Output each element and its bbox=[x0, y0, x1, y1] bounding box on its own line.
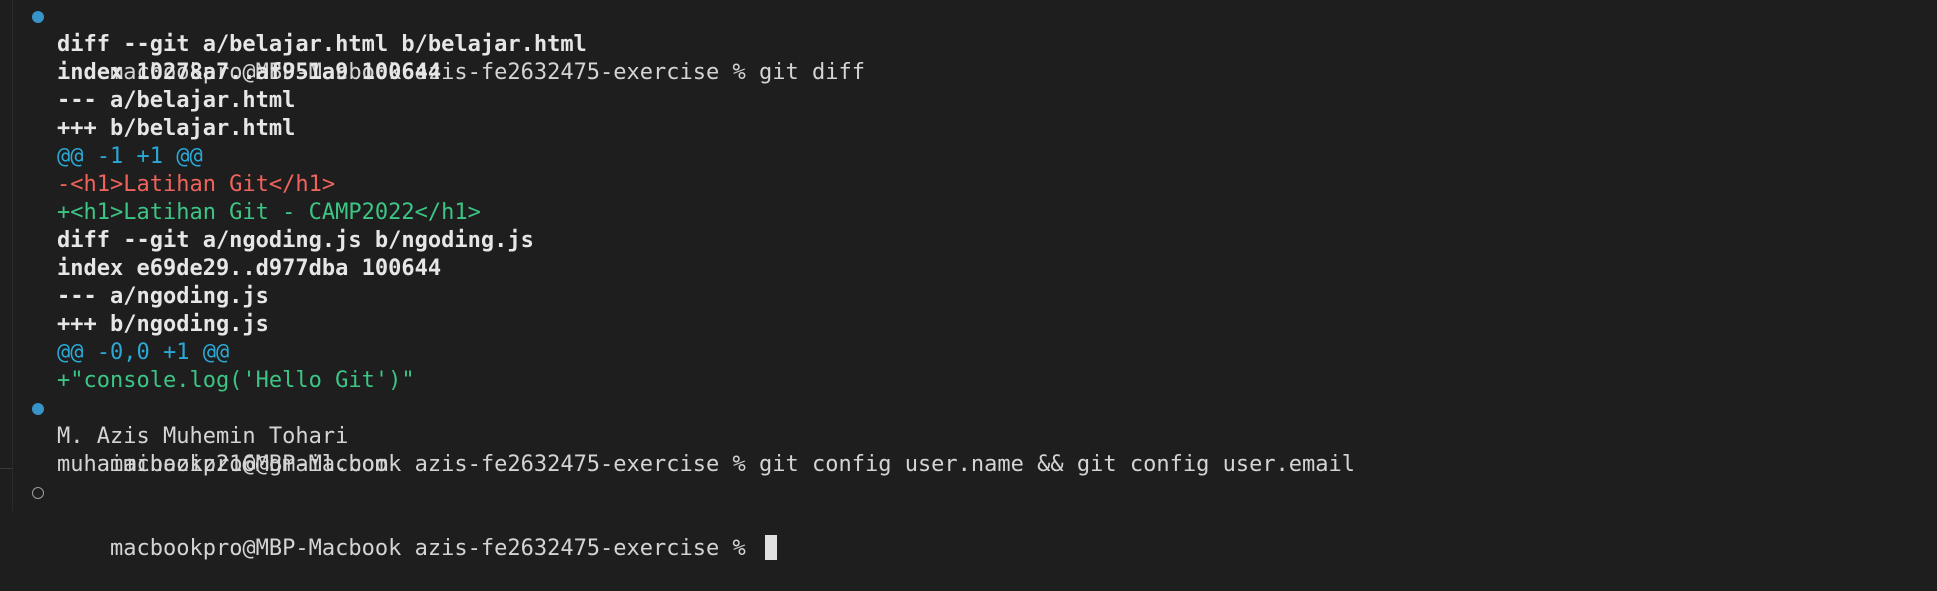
diff-old-file: --- a/ngoding.js bbox=[57, 284, 269, 309]
diff-removed-line: -<h1>Latihan Git</h1> bbox=[57, 172, 336, 197]
diff-header: diff --git a/ngoding.js b/ngoding.js bbox=[57, 228, 534, 253]
success-circle-icon[interactable] bbox=[32, 403, 44, 415]
diff-index: index e69de29..d977dba 100644 bbox=[57, 256, 442, 281]
diff-header: diff --git a/belajar.html b/belajar.html bbox=[57, 32, 587, 57]
output-line: muhaiminaziz216@gmail.com bbox=[57, 452, 389, 477]
success-circle-icon[interactable] bbox=[32, 11, 44, 23]
command-line[interactable]: macbookpro@MBP-Macbook azis-fe2632475-ex… bbox=[0, 479, 1937, 561]
text-cursor bbox=[765, 535, 777, 560]
command-line: macbookpro@MBP-Macbook azis-fe2632475-ex… bbox=[0, 3, 1937, 85]
diff-added-line: +"console.log('Hello Git')" bbox=[57, 368, 415, 393]
terminal-output[interactable]: macbookpro@MBP-Macbook azis-fe2632475-ex… bbox=[0, 3, 1937, 561]
diff-hunk-header: @@ -1 +1 @@ bbox=[57, 144, 203, 169]
command-line: macbookpro@MBP-Macbook azis-fe2632475-ex… bbox=[0, 395, 1937, 477]
diff-index: index 10278a7..af951a9 100644 bbox=[57, 60, 442, 85]
pending-circle-icon bbox=[32, 487, 44, 499]
diff-added-line: +<h1>Latihan Git - CAMP2022</h1> bbox=[57, 200, 481, 225]
diff-old-file: --- a/belajar.html bbox=[57, 88, 296, 113]
output-line: M. Azis Muhemin Tohari bbox=[57, 424, 349, 449]
diff-new-file: +++ b/belajar.html bbox=[57, 116, 296, 141]
prompt: macbookpro@MBP-Macbook azis-fe2632475-ex… bbox=[109, 536, 759, 561]
diff-new-file: +++ b/ngoding.js bbox=[57, 312, 269, 337]
diff-hunk-header: @@ -0,0 +1 @@ bbox=[57, 340, 230, 365]
